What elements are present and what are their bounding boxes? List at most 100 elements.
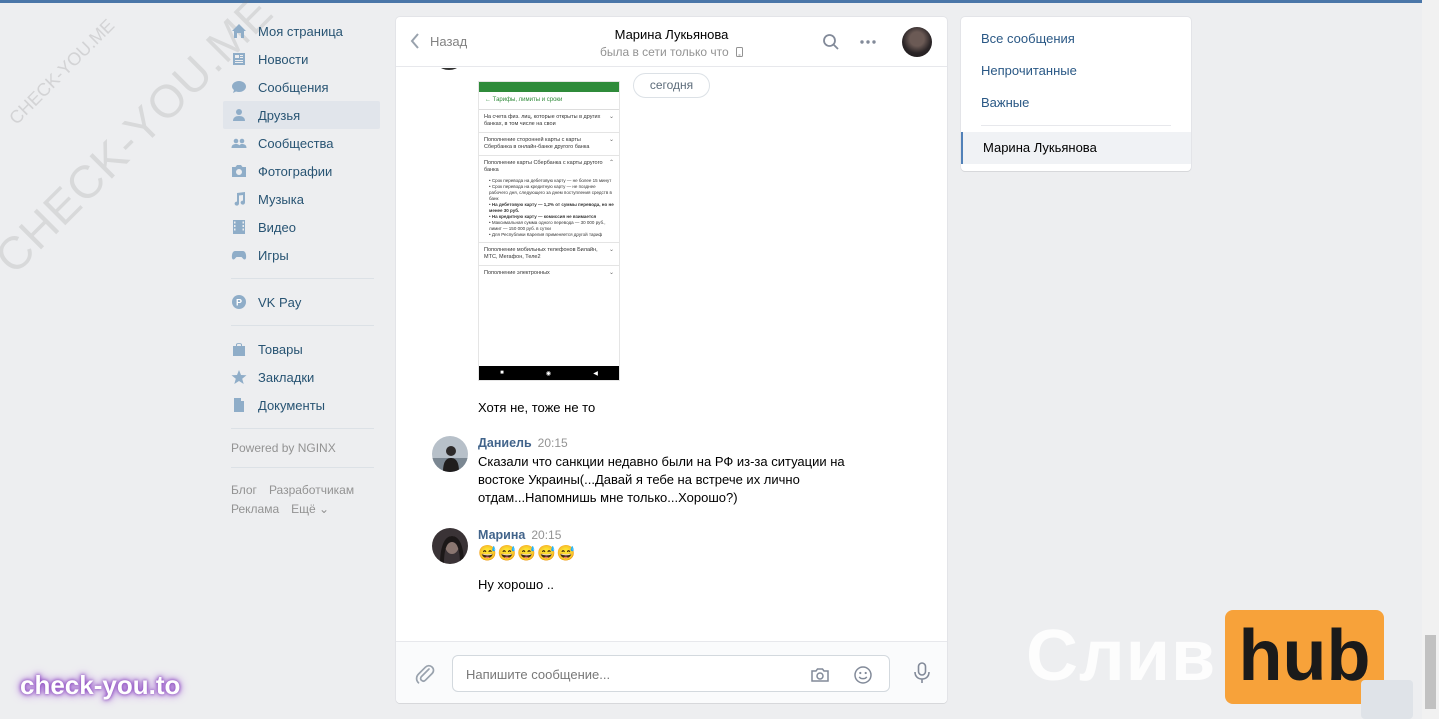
more-icon[interactable] [859,33,877,51]
groups-icon [231,135,247,151]
camera-icon [231,163,247,179]
friends-icon [231,107,247,123]
vkpay-icon: P [231,294,247,310]
filter-unread[interactable]: Непрочитанные [961,55,1191,87]
footer-link-ads[interactable]: Реклама [231,502,279,516]
watermark-diagonal-small: CHECK-YOU.ME [5,15,119,129]
nav-item-vkpay[interactable]: P VK Pay [223,288,380,316]
nav-divider [231,467,374,468]
attachment-bullet-text: Срок перевода на кредитную карту — не по… [489,184,612,201]
music-icon [231,191,247,207]
message-text: Хотя не, тоже не то [478,400,596,415]
square-icon: ■ [500,370,504,376]
author-name[interactable]: Марина [478,528,525,542]
nav-item-friends[interactable]: Друзья [223,101,380,129]
image-attachment[interactable]: ← Тарифы, лимиты и сроки На счета физ. л… [478,81,620,381]
news-icon [231,51,247,67]
active-conversation[interactable]: Марина Лукьянова [961,132,1191,164]
messages-icon [231,79,247,95]
nav-item-video[interactable]: Видео [223,213,380,241]
powered-by: Powered by NGINX [231,441,336,455]
nav-item-games[interactable]: Игры [223,241,380,269]
video-icon [231,219,247,235]
attachment-row: Пополнение карты Сбербанка с карты друго… [479,156,619,178]
attachment-row: Пополнение сторонней карты с карты Сберб… [479,133,619,156]
date-divider: сегодня [633,73,710,98]
nav-item-label: Фотографии [258,163,333,179]
message-input[interactable]: Напишите сообщение... [452,655,890,692]
nav-item-label: Музыка [258,191,304,207]
friends-online-button[interactable] [1361,680,1413,719]
svg-text:P: P [236,298,242,308]
nav-item-label: VK Pay [258,294,302,310]
nav-item-label: Сообщества [258,135,334,151]
nav-item-goods[interactable]: Товары [223,335,380,363]
message-author[interactable]: Марина 20:15 [478,528,561,542]
watermark-bottom-left: check-you.to [20,670,181,700]
message-author[interactable]: Даниель 20:15 [478,436,568,450]
nav-item-label: Товары [258,341,303,357]
nav-item-photos[interactable]: Фотографии [223,157,380,185]
peer-avatar[interactable] [902,27,932,57]
footer-link-more[interactable]: Ещё ⌄ [291,502,329,516]
watermark-brand-text: Слив [1026,616,1217,696]
circle-icon: ◉ [545,370,552,377]
author-name[interactable]: Даниель [478,436,532,450]
avatar[interactable] [432,436,468,472]
filter-important[interactable]: Важные [961,87,1191,119]
message-input-placeholder: Напишите сообщение... [466,667,611,682]
search-icon[interactable] [822,33,840,51]
message-emoji: 😅😅😅😅😅 [478,545,878,563]
avatar[interactable] [432,528,468,564]
smile-icon[interactable] [853,665,873,685]
nav-item-documents[interactable]: Документы [223,391,380,419]
footer-link-developers[interactable]: Разработчикам [269,483,354,497]
bag-icon [231,341,247,357]
microphone-icon[interactable] [913,662,931,684]
nav-item-label: Закладки [258,369,315,385]
attachment-bullet-text: На дебетовую карту — 1,2% от суммы перев… [489,202,614,213]
footer-link-blog[interactable]: Блог [231,483,257,497]
message-time: 20:15 [531,528,562,542]
nav-item-label: Новости [258,51,309,67]
nav-item-news[interactable]: Новости [223,45,380,73]
nav-item-label: Моя страница [258,23,343,39]
nav-divider [231,278,374,279]
camera-icon[interactable] [810,665,830,685]
attachment-bullet: • На дебетовую карту — 1,2% от суммы пер… [489,202,614,213]
attachment-row: Пополнение электронных [479,266,619,281]
attachment-bullet-text: На кредитную карту — комиссия не взимает… [491,214,597,219]
attachment-bullet: • Максимальная сумма одного перевода — 3… [489,220,606,231]
page-scrollbar[interactable] [1422,0,1439,719]
attachment-row: Пополнение мобильных телефонов Билайн, М… [479,242,619,266]
mobile-icon [736,47,744,57]
nav-item-label: Друзья [258,107,301,123]
nav-item-bookmarks[interactable]: Закладки [223,363,380,391]
nav-item-music[interactable]: Музыка [223,185,380,213]
games-icon [231,247,247,263]
avatar [432,68,466,70]
filter-all-messages[interactable]: Все сообщения [961,23,1191,55]
attachment-bullet-text: Максимальная сумма одного перевода — 30 … [489,220,606,231]
avatar-photo [432,436,468,472]
nav-item-messages[interactable]: Сообщения [223,73,380,101]
message-history[interactable]: ← Тарифы, лимиты и сроки На счета физ. л… [396,68,947,641]
message-text: Ну хорошо .. [478,577,555,592]
footer-links: Блог Разработчикам Реклама Ещё ⌄ [223,477,380,519]
attachment-status-bar [479,82,619,92]
nav-item-groups[interactable]: Сообщества [223,129,380,157]
attachment-row: На счета физ. лиц, которые открыты в дру… [479,110,619,133]
attachment-bullets: • Срок перевода на дебетовую карту — не … [479,178,619,242]
attachment-bullet-text: Для Республики Карелия применяется друго… [491,232,603,237]
top-accent-bar [0,0,1422,3]
nav-divider [231,325,374,326]
nav-item-my-page[interactable]: Моя страница [223,17,380,45]
nav-item-label: Игры [258,247,289,263]
nav-divider [231,428,374,429]
nav-item-label: Сообщения [258,79,329,95]
message-composer: Напишите сообщение... [396,641,947,703]
scrollbar-thumb[interactable] [1425,635,1436,709]
attach-icon[interactable] [414,663,436,685]
message-time: 20:15 [537,436,568,450]
attachment-bullet: • Для Республики Карелия применяется дру… [489,232,603,237]
